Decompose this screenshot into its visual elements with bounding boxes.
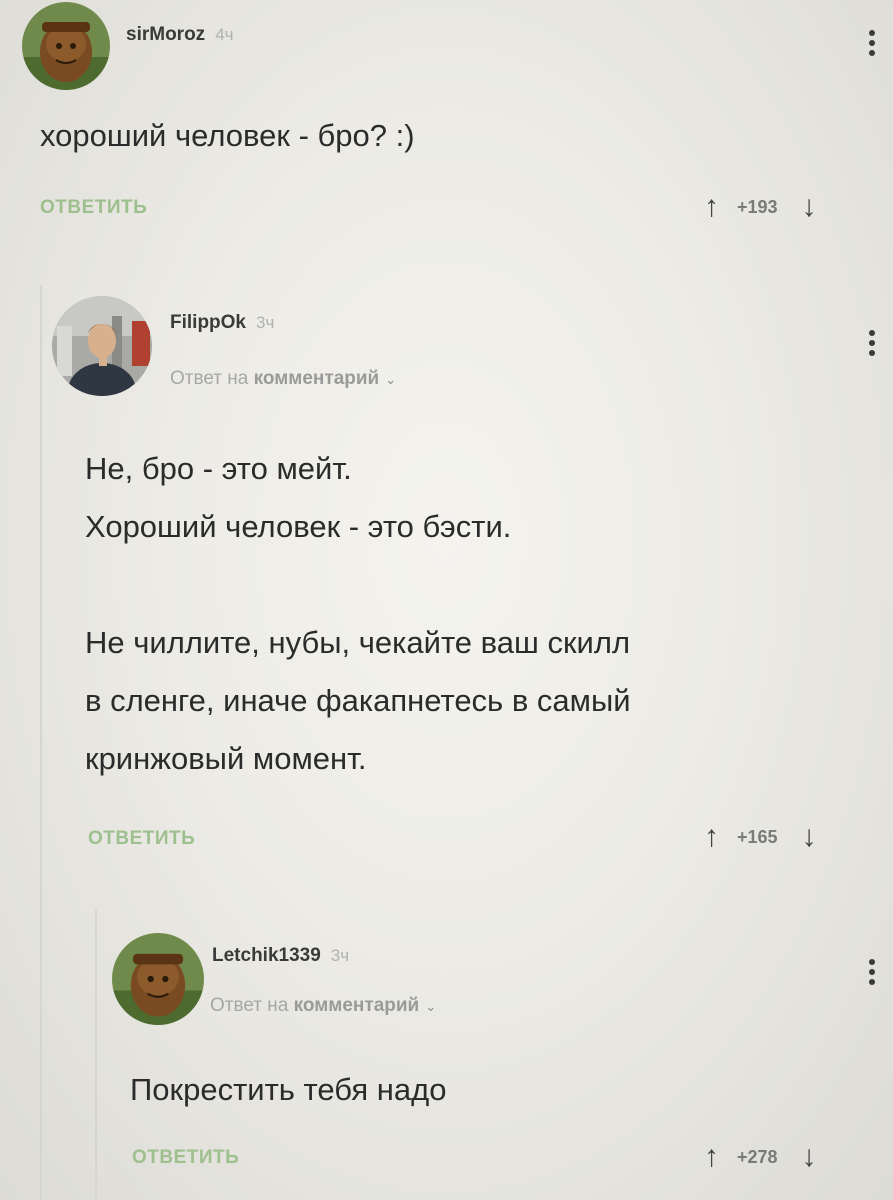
comment-text-line: в сленге, иначе факапнетесь в самый [85,683,631,718]
comment-score: +278 [737,1146,778,1167]
comment-author[interactable]: sirMoroz 4ч [126,24,234,46]
avatar[interactable] [52,296,152,396]
comment-author[interactable]: FilippOk 3ч [170,312,274,334]
upvote-arrow-icon[interactable]: ↑ [704,1142,719,1172]
reply-to-prefix: Ответ на [210,995,289,1016]
comment-text-line: хороший человек - бро? :) [40,118,415,153]
comment-text: Покрестить тебя надо [130,1070,446,1110]
comment-text-line: кринжовый момент. [85,741,367,776]
comment-text-line [85,556,631,614]
more-options-icon[interactable] [868,30,876,60]
reply-button[interactable]: ОТВЕТИТЬ [132,1147,239,1169]
downvote-arrow-icon[interactable]: ↓ [802,1142,817,1172]
vote-controls: ↑ +165 ↓ [704,822,817,852]
comment-text-line: Не чиллите, нубы, чекайте ваш скилл [85,625,631,660]
comment-score: +165 [737,826,778,847]
sack-avatar-icon [22,2,110,90]
more-options-icon[interactable] [868,330,876,360]
vote-controls: ↑ +278 ↓ [704,1142,817,1172]
reply-to-prefix: Ответ на [170,368,249,389]
author-name[interactable]: Letchik1339 [212,945,321,966]
vote-controls: ↑ +193 ↓ [704,192,817,222]
comment-author[interactable]: Letchik1339 3ч [212,945,349,967]
downvote-arrow-icon[interactable]: ↓ [802,822,817,852]
avatar[interactable] [22,2,110,90]
reply-to-link[interactable]: Ответ на комментарий ⌄ [210,995,436,1017]
person-photo-avatar-icon [52,296,152,396]
reply-to-target[interactable]: комментарий [254,368,380,389]
comment-time: 3ч [256,313,275,332]
upvote-arrow-icon[interactable]: ↑ [704,192,719,222]
reply-to-link[interactable]: Ответ на комментарий ⌄ [170,368,396,390]
comment-sirmoroz: sirMoroz 4ч хороший человек - бро? :) ОТВ… [0,0,893,260]
reply-to-target[interactable]: комментарий [294,995,420,1016]
chevron-down-icon[interactable]: ⌄ [385,372,396,388]
comment-text: хороший человек - бро? :) [40,116,415,156]
reply-button[interactable]: ОТВЕТИТЬ [88,828,195,850]
comment-letchik1339: Letchik1339 3ч Ответ на комментарий ⌄ Покр… [0,925,893,1200]
comment-time: 4ч [215,25,234,44]
comment-text-line: Не, бро - это мейт. [85,451,352,486]
upvote-arrow-icon[interactable]: ↑ [704,822,719,852]
sack-avatar-icon [112,933,204,1025]
comment-score: +193 [737,196,778,217]
comment-time: 3ч [330,946,350,965]
comment-text-line: Покрестить тебя надо [130,1072,447,1107]
comment-text-line: Хороший человек - это бэсти. [85,509,512,544]
author-name[interactable]: FilippOk [170,312,246,333]
comment-filippok: FilippOk 3ч Ответ на комментарий ⌄ Не, бро… [0,290,893,890]
chevron-down-icon[interactable]: ⌄ [425,999,436,1015]
more-options-icon[interactable] [868,959,876,989]
comment-text: Не, бро - это мейт. Хороший человек - эт… [85,440,631,788]
reply-button[interactable]: ОТВЕТИТЬ [40,197,147,219]
avatar[interactable] [112,933,204,1025]
downvote-arrow-icon[interactable]: ↓ [802,192,817,222]
author-name[interactable]: sirMoroz [126,24,205,45]
